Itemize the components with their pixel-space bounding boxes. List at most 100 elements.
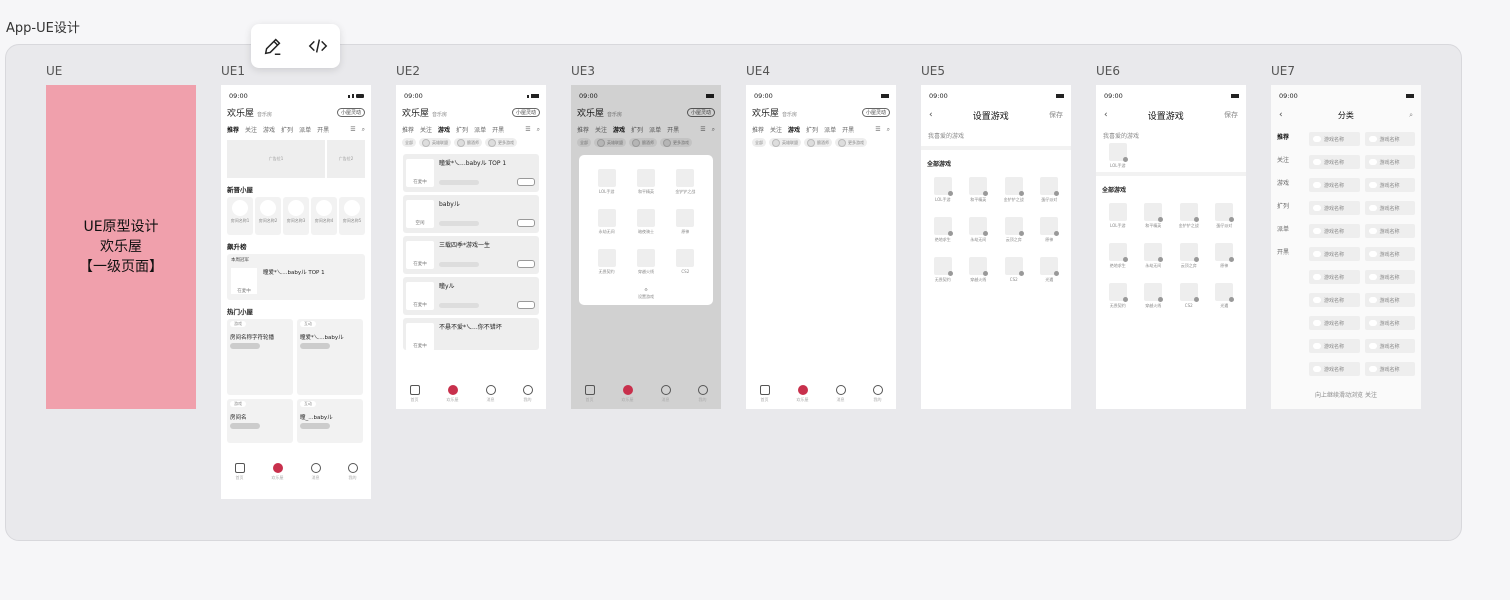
hot-room-card[interactable]: 互动 瞳爱*乀...babyル (297, 319, 363, 395)
room-card[interactable]: 在麦中 不悬不爱*乀...你不错坏 (403, 318, 539, 351)
back-icon[interactable]: ‹ (929, 110, 933, 120)
fav-game-item[interactable]: LOL手游 (1100, 143, 1136, 169)
tabbar-message[interactable]: 消息 (835, 385, 846, 403)
game-item[interactable]: 永劫无间 (587, 209, 626, 235)
category-item[interactable]: 游戏名称 (1309, 339, 1360, 353)
save-button[interactable]: 保存 (1049, 110, 1063, 120)
frame-ue-cover[interactable]: UE原型设计 欢乐屋 【一级页面】 (46, 85, 196, 409)
game-item[interactable]: 绝地求生 (1100, 243, 1136, 269)
edit-button[interactable] (259, 32, 287, 60)
list-item[interactable]: 房间名称3 (283, 197, 309, 235)
room-card[interactable]: 在麦中 瞳爱*乀...babyル TOP 1 (403, 154, 539, 192)
category-item[interactable]: 游戏名称 (1364, 362, 1415, 376)
tabbar-message[interactable]: 消息 (485, 385, 496, 403)
category-item[interactable]: 游戏名称 (1309, 224, 1360, 238)
game-item[interactable]: 和平精英 (1136, 203, 1172, 229)
tabbar-me[interactable]: 我的 (347, 463, 358, 481)
category-item[interactable]: 游戏名称 (1309, 316, 1360, 330)
chip-brewer[interactable]: 酿酒师 (454, 138, 482, 147)
room-card[interactable]: 空闲 babyル (403, 195, 539, 233)
tab-follow[interactable]: 关注 (245, 125, 257, 134)
chip-lol[interactable]: 英雄联盟 (419, 138, 451, 147)
list-item[interactable]: 房间名称1 (227, 197, 253, 235)
tab-recommend[interactable]: 推荐 (402, 125, 414, 134)
frame-ue3[interactable]: 09:00 欢乐屋 音乐房 小屋灵动 推荐 关注 游戏 扩列 派单 开黑 ☰ ⌕ 全部 英雄联盟 … (571, 85, 721, 409)
chip-all[interactable]: 全部 (752, 138, 766, 147)
tab-order[interactable]: 派单 (299, 125, 311, 134)
category-item[interactable]: 游戏名称 (1309, 201, 1360, 215)
tab-follow[interactable]: 关注 (420, 125, 432, 134)
frame-ue1[interactable]: 09:00 欢乐屋 音乐房 小屋灵动 推荐 关注 游戏 扩列 派单 开黑 ☰ ⌕ 广告… (221, 85, 371, 499)
back-icon[interactable]: ‹ (1104, 110, 1108, 120)
game-item[interactable]: 蛋仔派对 (1207, 203, 1243, 229)
tabbar-message[interactable]: 消息 (660, 385, 671, 403)
search-icon[interactable]: ⌕ (362, 126, 365, 134)
chip-all[interactable]: 全部 (402, 138, 416, 147)
rank-card[interactable]: 本周冠军 在麦中 瞳爱*乀...babyル TOP 1 (227, 254, 365, 300)
tabbar-room[interactable]: 欢乐屋 (797, 385, 809, 403)
back-icon[interactable]: ‹ (1279, 110, 1283, 120)
search-icon[interactable]: ⌕ (1409, 111, 1413, 120)
category-item[interactable]: 游戏名称 (1364, 316, 1415, 330)
list-item[interactable]: 房间名称5 (339, 197, 365, 235)
frame-ue2[interactable]: 09:00 欢乐屋 音乐房 小屋灵动 推荐 关注 游戏 扩列 派单 开黑 ☰ ⌕ 全部 英雄联盟 … (396, 85, 546, 409)
category-item[interactable]: 游戏名称 (1364, 178, 1415, 192)
game-item[interactable]: 原神 (1032, 217, 1068, 243)
category-item[interactable]: 游戏名称 (1309, 362, 1360, 376)
room-card[interactable]: 在麦中 瞳yル (403, 277, 539, 315)
game-item[interactable]: 原神 (666, 209, 705, 235)
tab-expand[interactable]: 扩列 (281, 125, 293, 134)
tabbar-room[interactable]: 欢乐屋 (447, 385, 459, 403)
tabbar-me[interactable]: 我的 (697, 385, 708, 403)
game-item[interactable]: 金铲铲之战 (996, 177, 1032, 203)
game-item[interactable]: 无畏契约 (587, 249, 626, 275)
tab-follow[interactable]: 关注 (770, 125, 782, 134)
game-item[interactable]: 蛋仔派对 (1032, 177, 1068, 203)
game-item[interactable]: 无畏契约 (1100, 283, 1136, 309)
menu-icon[interactable]: ☰ (350, 126, 355, 133)
category-team[interactable]: 开黑 (1277, 247, 1305, 256)
frame-ue5[interactable]: 09:00 ‹ 设置游戏 保存 我喜爱的游戏 全部游戏 LOL手游 和平精英 金铲铲… (921, 85, 1071, 409)
tab-expand[interactable]: 扩列 (806, 125, 818, 134)
frame-label-ue[interactable]: UE (46, 64, 62, 78)
game-item[interactable]: 穿越火线 (961, 257, 997, 283)
chip-more[interactable]: 更多游戏 (835, 138, 867, 147)
save-button[interactable]: 保存 (1224, 110, 1238, 120)
game-item[interactable]: 和平精英 (961, 177, 997, 203)
tabbar-me[interactable]: 我的 (522, 385, 533, 403)
tab-order[interactable]: 派单 (824, 125, 836, 134)
room-card[interactable]: 在麦中 三载四季*游戏一生 (403, 236, 539, 274)
tabbar-room[interactable]: 欢乐屋 (622, 385, 634, 403)
frame-label-ue2[interactable]: UE2 (396, 64, 420, 78)
room-pill-button[interactable]: 小屋灵动 (336, 107, 365, 117)
code-button[interactable] (304, 32, 332, 60)
search-icon[interactable]: ⌕ (537, 126, 540, 134)
game-item[interactable]: 穿越火线 (626, 249, 665, 275)
category-recommend[interactable]: 推荐 (1277, 132, 1305, 141)
game-item[interactable]: 原神 (1207, 243, 1243, 269)
tabbar-home[interactable]: 首页 (584, 385, 595, 403)
category-item[interactable]: 游戏名称 (1309, 293, 1360, 307)
category-item[interactable]: 游戏名称 (1309, 270, 1360, 284)
game-item[interactable]: 云顶之弈 (1171, 243, 1207, 269)
tab-expand[interactable]: 扩列 (456, 125, 468, 134)
set-games-button[interactable]: ⚙ 设置游戏 (579, 287, 713, 300)
category-item[interactable]: 游戏名称 (1364, 247, 1415, 261)
category-item[interactable]: 游戏名称 (1364, 132, 1415, 146)
tab-recommend[interactable]: 推荐 (752, 125, 764, 134)
game-item[interactable]: LOL手游 (587, 169, 626, 195)
game-item[interactable]: 穿越火线 (1136, 283, 1172, 309)
tabbar-home[interactable]: 首页 (759, 385, 770, 403)
frame-ue4[interactable]: 09:00 欢乐屋 音乐房 小屋灵动 推荐 关注 游戏 扩列 派单 开黑 ☰ ⌕ 全部 英雄联盟 … (746, 85, 896, 409)
banner-ad-2[interactable]: 广告位2 (327, 140, 365, 178)
room-pill-button[interactable]: 小屋灵动 (511, 107, 540, 117)
game-item[interactable]: 绝地求生 (925, 217, 961, 243)
game-item[interactable]: 和平精英 (626, 169, 665, 195)
game-item[interactable]: 无畏契约 (925, 257, 961, 283)
category-follow[interactable]: 关注 (1277, 155, 1305, 164)
tab-game[interactable]: 游戏 (438, 125, 450, 134)
game-item[interactable]: CS2 (1171, 283, 1207, 309)
tab-order[interactable]: 派单 (474, 125, 486, 134)
tab-team[interactable]: 开黑 (492, 125, 504, 134)
menu-icon[interactable]: ☰ (525, 126, 530, 133)
